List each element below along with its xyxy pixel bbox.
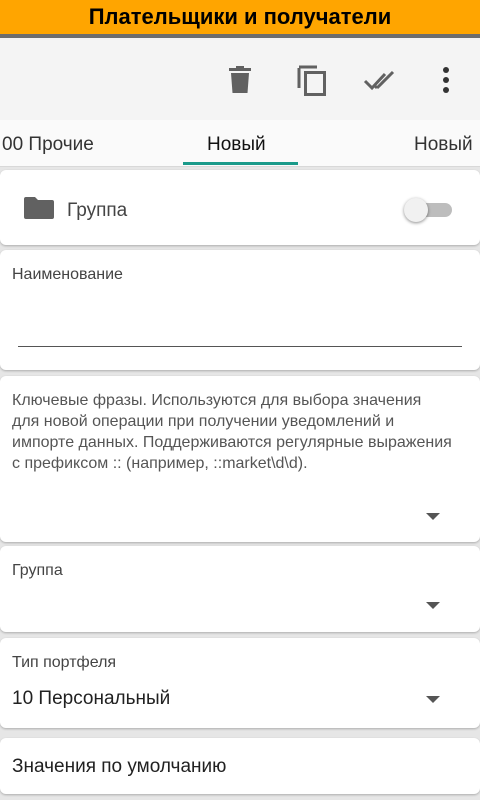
group-toggle-switch[interactable] [404, 198, 452, 222]
tab-new-active[interactable]: Новый [207, 134, 266, 156]
keywords-hint: Ключевые фразы. Используются для выбора … [12, 392, 452, 472]
portfolio-type-value[interactable]: 10 Персональный [12, 688, 170, 710]
tab-other[interactable]: 00 Прочие [2, 134, 94, 156]
keywords-dropdown-arrow[interactable] [426, 513, 440, 520]
name-input[interactable] [18, 310, 462, 347]
name-field-label: Наименование [12, 266, 123, 283]
delete-button[interactable] [220, 60, 260, 100]
window-title: Плательщики и получатели [88, 4, 392, 29]
tab-bar: 00 Прочие Новый Новый [0, 120, 480, 167]
more-menu-button[interactable] [426, 60, 466, 100]
group-select-card: Группа [0, 546, 480, 632]
copy-icon [297, 65, 326, 96]
group-toggle-label: Группа [67, 200, 128, 221]
folder-icon [24, 197, 54, 219]
portfolio-type-label: Тип портфеля [12, 654, 117, 671]
name-field-card: Наименование [0, 250, 480, 370]
tab-indicator [183, 162, 298, 165]
keywords-card: Ключевые фразы. Используются для выбора … [0, 376, 480, 542]
defaults-section[interactable]: Значения по умолчанию [0, 738, 480, 794]
group-dropdown-arrow[interactable] [426, 602, 440, 609]
portfolio-type-card: Тип портфеля 10 Персональный [0, 638, 480, 728]
group-toggle-card: Группа [0, 170, 480, 245]
keywords-input[interactable] [12, 496, 412, 530]
action-toolbar [0, 38, 480, 121]
confirm-all-button[interactable] [362, 60, 402, 100]
double-check-icon [363, 70, 395, 91]
group-select-label: Группа [12, 562, 63, 579]
portfolio-type-dropdown-arrow[interactable] [426, 696, 440, 703]
copy-button[interactable] [292, 60, 332, 100]
defaults-section-label: Значения по умолчанию [12, 756, 227, 777]
more-vertical-icon [443, 67, 449, 93]
tab-new-next[interactable]: Новый [414, 134, 473, 156]
trash-icon [229, 66, 251, 93]
title-bar: Плательщики и получатели [0, 0, 480, 34]
